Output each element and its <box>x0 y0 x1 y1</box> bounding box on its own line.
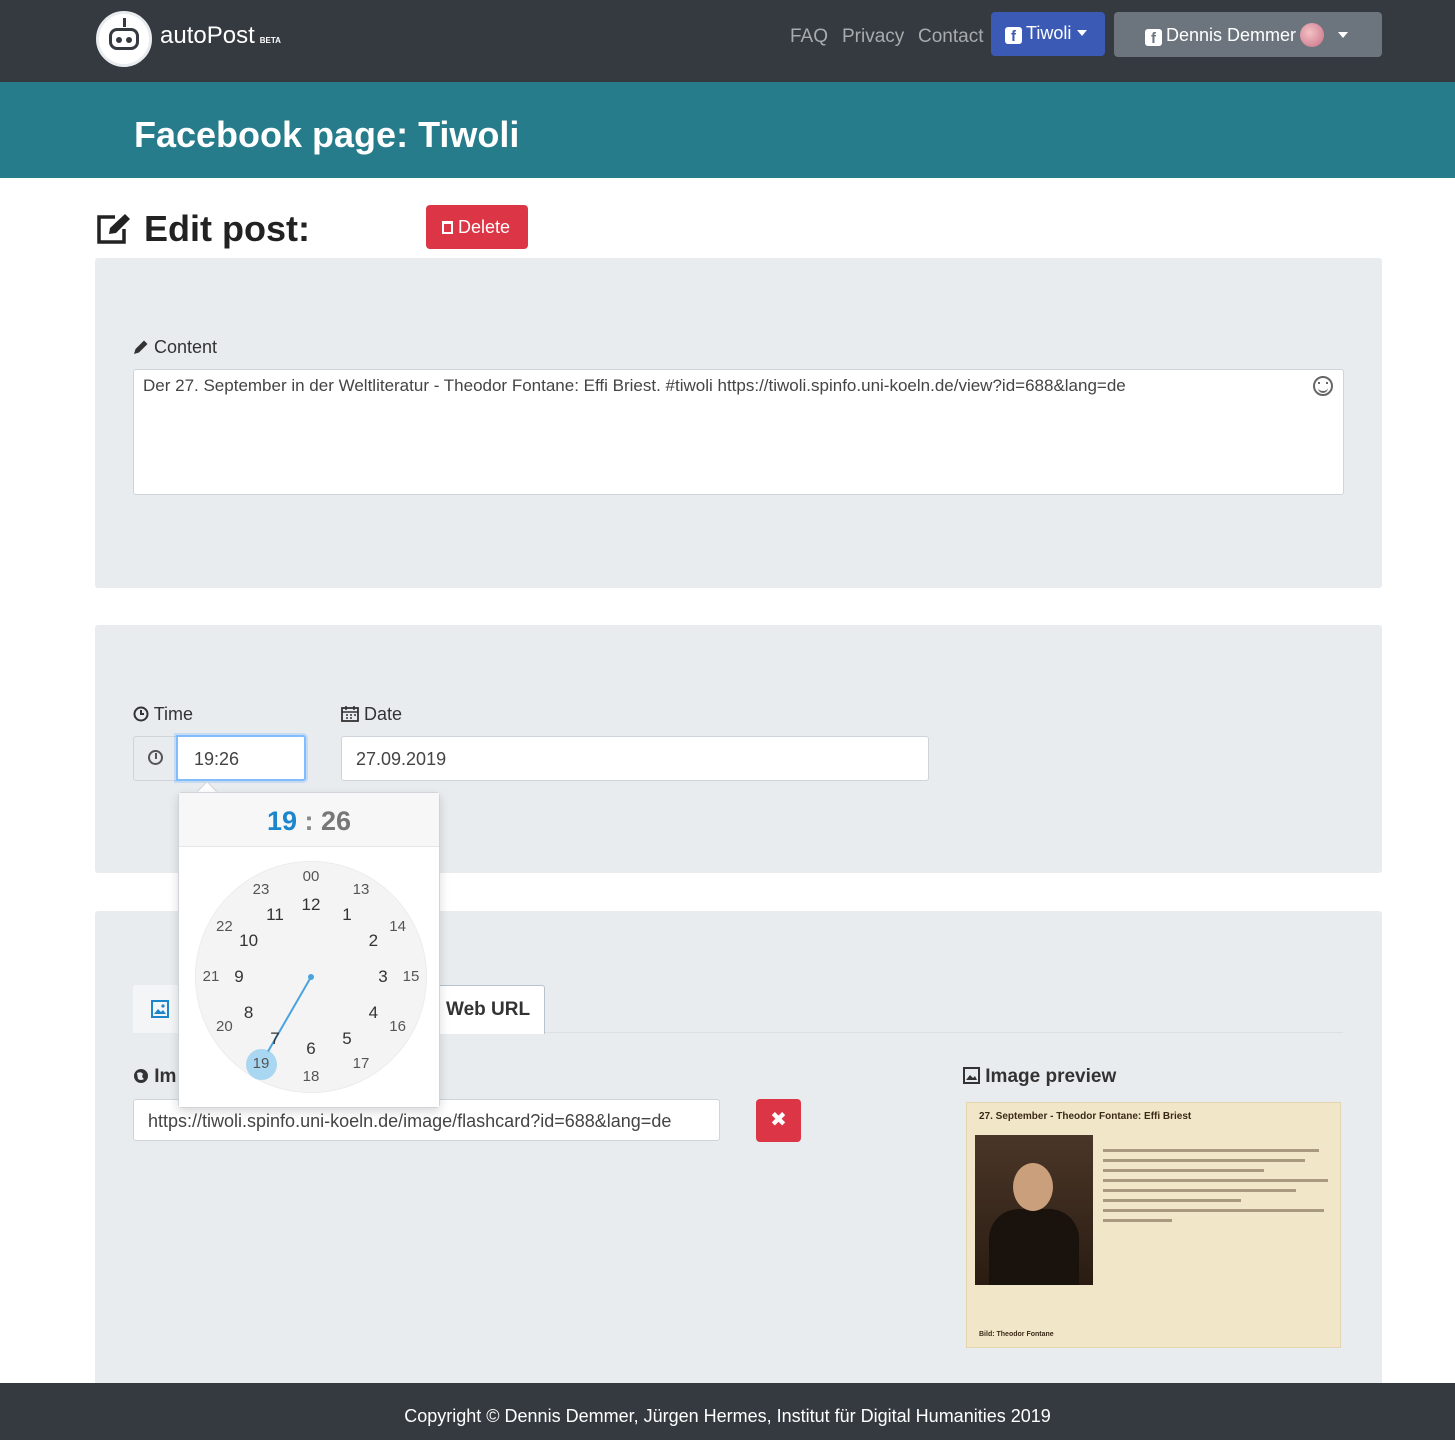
nav-privacy[interactable]: Privacy <box>842 26 904 48</box>
clock-tick-inner-ring-12[interactable]: 12 <box>296 895 326 915</box>
nav-contact[interactable]: Contact <box>918 26 983 48</box>
clock-icon <box>148 750 163 765</box>
clock-center-dot <box>308 974 314 980</box>
preview-title: 27. September - Theodor Fontane: Effi Br… <box>979 1111 1192 1122</box>
clock-icon <box>133 706 149 722</box>
caret-down-icon <box>1077 30 1088 36</box>
clockpicker-hour[interactable]: 19 <box>267 806 297 836</box>
user-menu-button[interactable]: f Dennis Demmer <box>1114 12 1382 57</box>
clock-tick-outer-ring-17[interactable]: 17 <box>346 1054 376 1074</box>
preview-footer: Bild: Theodor Fontane <box>979 1331 1054 1338</box>
facebook-icon: f <box>1005 27 1022 45</box>
time-label: Time <box>133 704 193 725</box>
clock-tick-inner-ring-5[interactable]: 5 <box>332 1029 362 1049</box>
clock-tick-inner-ring-1[interactable]: 1 <box>332 905 362 925</box>
emoji-icon[interactable] <box>1313 376 1333 396</box>
clock-tick-inner-ring-3[interactable]: 3 <box>368 967 398 987</box>
clock-tick-outer-ring-00[interactable]: 00 <box>296 867 326 887</box>
close-icon: ✖ <box>770 1109 787 1131</box>
preview-text-block <box>1103 1149 1333 1229</box>
delete-button[interactable]: Delete <box>426 205 528 249</box>
content-text: Der 27. September in der Weltliteratur -… <box>143 376 1126 395</box>
clock-tick-inner-ring-9[interactable]: 9 <box>224 967 254 987</box>
image-preview-label-text: Image preview <box>985 1066 1117 1087</box>
image-icon <box>151 1000 169 1018</box>
clockpicker-popover: 19 : 26 12 1 2 3 4 5 6 7 8 9 10 11 00 13 14 15 16 17 18 19 2… <box>178 792 440 1108</box>
footer: Copyright © Dennis Demmer, Jürgen Hermes… <box>0 1383 1455 1440</box>
time-label-text: Time <box>153 704 194 724</box>
clock-tick-outer-ring-22[interactable]: 22 <box>209 917 239 937</box>
nav-faq[interactable]: FAQ <box>790 26 828 48</box>
page-title: Facebook page: Tiwoli <box>134 114 520 155</box>
clock-tick-outer-ring-15[interactable]: 15 <box>396 967 426 987</box>
page-select-button[interactable]: f Tiwoli <box>991 12 1105 56</box>
edit-title: Edit post: <box>144 208 310 249</box>
brand-name: autoPost <box>160 22 255 49</box>
globe-icon <box>134 1069 148 1083</box>
content-label: Content <box>133 337 217 358</box>
clock-dial[interactable]: 12 1 2 3 4 5 6 7 8 9 10 11 00 13 14 15 16 17 18 19 20 21 22 23 <box>195 861 427 1093</box>
date-label: Date <box>341 704 402 725</box>
content-textarea[interactable]: Der 27. September in der Weltliteratur -… <box>133 369 1344 495</box>
pencil-icon <box>134 340 148 354</box>
facebook-icon: f <box>1145 29 1162 47</box>
clockpicker-separator: : <box>304 806 314 836</box>
image-url-label: Im <box>133 1066 176 1088</box>
robot-logo-icon[interactable] <box>96 11 152 67</box>
remove-image-button[interactable]: ✖ <box>756 1099 801 1142</box>
delete-label: Delete <box>458 217 511 237</box>
clock-tick-inner-ring-6[interactable]: 6 <box>296 1039 326 1059</box>
image-preview-label: Image preview <box>963 1066 1116 1088</box>
trash-icon <box>442 221 453 234</box>
image-file-icon <box>963 1067 980 1084</box>
copyright-text: Copyright © Dennis Demmer, Jürgen Hermes… <box>404 1406 1051 1426</box>
beta-badge: BETA <box>259 36 281 45</box>
clockpicker-header: 19 : 26 <box>179 793 439 847</box>
date-label-text: Date <box>364 704 403 724</box>
clock-tick-outer-ring-20[interactable]: 20 <box>209 1017 239 1037</box>
calendar-icon <box>341 706 359 722</box>
clockpicker-minute[interactable]: 26 <box>321 806 351 836</box>
clock-tick-inner-ring-7[interactable]: 7 <box>260 1029 290 1049</box>
clock-tick-outer-ring-19[interactable]: 19 <box>246 1054 276 1074</box>
user-name: Dennis Demmer <box>1166 25 1297 45</box>
navbar: autoPost BETA FAQ Privacy Contact f Tiwoli… <box>0 0 1455 82</box>
page-name: Tiwoli <box>1026 23 1072 43</box>
clock-tick-inner-ring-11[interactable]: 11 <box>260 905 290 925</box>
clock-tick-outer-ring-16[interactable]: 16 <box>383 1017 413 1037</box>
clock-tick-outer-ring-21[interactable]: 21 <box>196 967 226 987</box>
time-addon[interactable] <box>133 736 177 781</box>
date-input[interactable]: 27.09.2019 <box>341 736 929 781</box>
image-preview: 27. September - Theodor Fontane: Effi Br… <box>966 1102 1341 1348</box>
clock-tick-outer-ring-18[interactable]: 18 <box>296 1067 326 1087</box>
clock-tick-outer-ring-23[interactable]: 23 <box>246 880 276 900</box>
clock-tick-outer-ring-13[interactable]: 13 <box>346 880 376 900</box>
caret-down-icon <box>1338 32 1349 38</box>
time-input[interactable]: 19:26 <box>176 735 306 781</box>
image-url-label-text: Im <box>154 1066 177 1087</box>
clockpicker-body: 12 1 2 3 4 5 6 7 8 9 10 11 00 13 14 15 16 17 18 19 20 21 22 23 <box>179 848 439 1107</box>
content-label-text: Content <box>154 337 218 357</box>
brand[interactable]: autoPost BETA <box>160 22 281 50</box>
preview-portrait <box>975 1135 1093 1285</box>
edit-icon <box>97 214 130 244</box>
clock-tick-outer-ring-14[interactable]: 14 <box>383 917 413 937</box>
avatar <box>1300 23 1325 47</box>
